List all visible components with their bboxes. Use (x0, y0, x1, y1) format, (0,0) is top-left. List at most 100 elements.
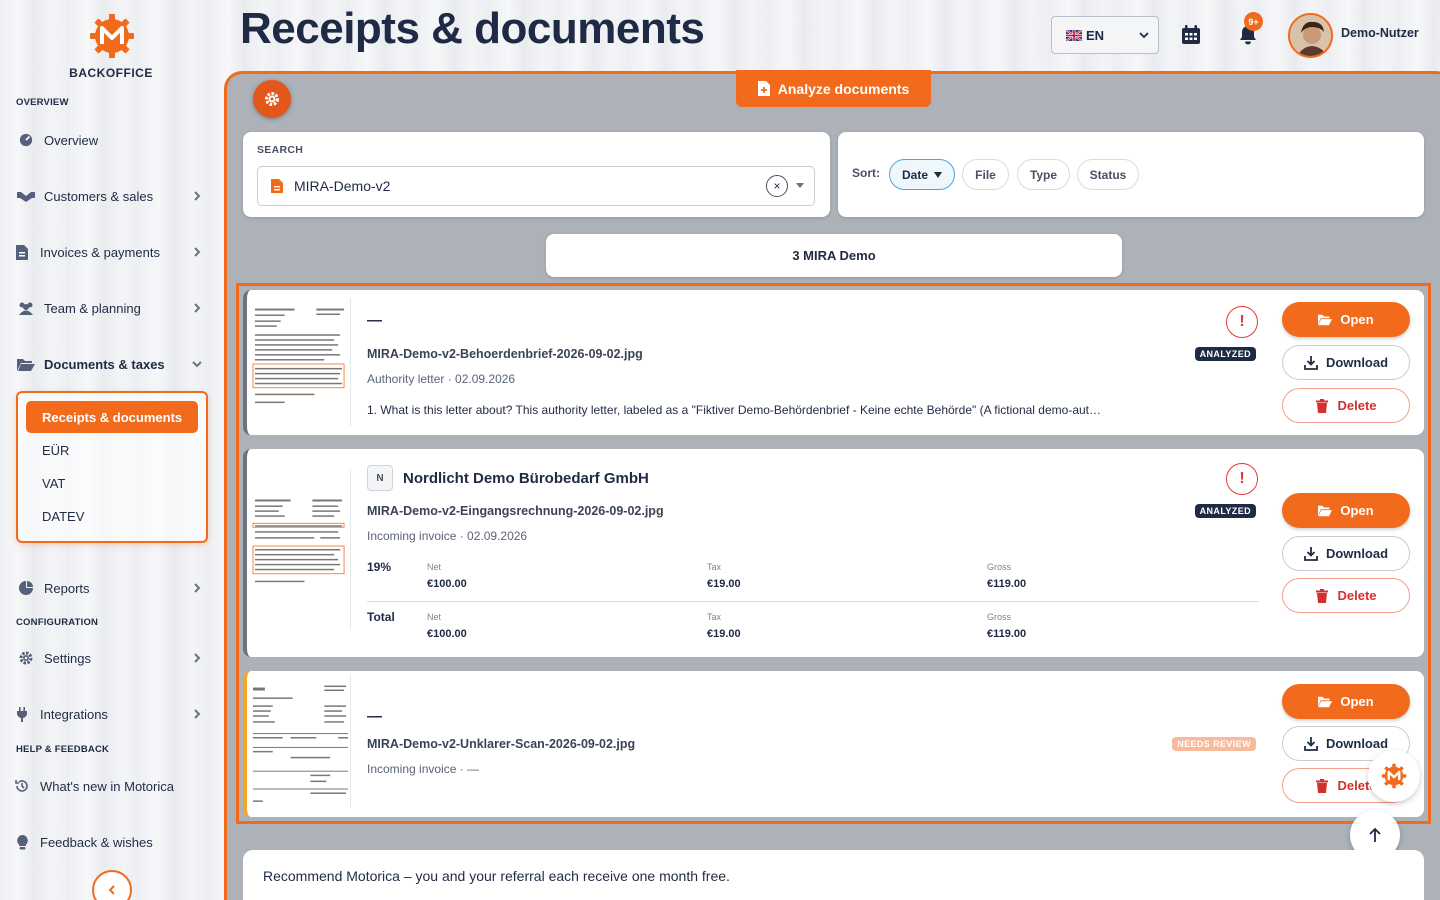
document-card[interactable]: N Nordlicht Demo Bürobedarf GmbH MIRA-De… (243, 449, 1424, 657)
open-button[interactable]: Open (1282, 684, 1410, 719)
document-thumbnail[interactable] (251, 675, 351, 807)
document-filename: MIRA-Demo-v2-Behoerdenbrief-2026-09-02.j… (367, 347, 643, 361)
gear-icon (16, 650, 36, 666)
document-card[interactable]: — MIRA-Demo-v2-Behoerdenbrief-2026-09-02… (243, 290, 1424, 435)
referral-banner: Recommend Motorica – you and your referr… (243, 850, 1424, 900)
sidebar-subitem-receipts[interactable]: Receipts & documents (26, 401, 198, 433)
settings-button[interactable] (253, 80, 291, 118)
gross-value: €119.00 (987, 578, 1027, 590)
sidebar-item-documents[interactable]: Documents & taxes (16, 352, 210, 376)
dashboard-icon (16, 132, 36, 148)
dropdown-caret-icon[interactable] (796, 183, 804, 188)
sidebar-item-overview[interactable]: Overview (16, 128, 210, 152)
gear-icon (265, 92, 279, 106)
chevron-right-icon (194, 709, 201, 719)
brand-label: BACKOFFICE (69, 66, 153, 80)
chevron-right-icon (194, 653, 201, 663)
download-icon (1304, 736, 1318, 751)
chevron-right-icon (194, 247, 201, 257)
document-meta: Incoming invoice · 02.09.2026 (367, 529, 528, 543)
delete-label: Delete (1337, 398, 1377, 413)
sidebar-item-integrations[interactable]: Integrations (12, 702, 206, 726)
page-title: Receipts & documents (240, 4, 705, 53)
clear-search-button[interactable]: × (766, 175, 788, 197)
sidebar-item-settings[interactable]: Settings (16, 646, 210, 670)
download-label: Download (1325, 546, 1389, 561)
documents-submenu: Receipts & documents EÜR VAT DATEV (16, 391, 208, 543)
notification-badge: 9+ (1244, 12, 1263, 31)
status-badge: ANALYZED (1194, 347, 1256, 361)
folder-open-icon (1318, 696, 1333, 707)
search-input[interactable]: MIRA-Demo-v2 × (257, 166, 815, 206)
download-label: Download (1325, 736, 1389, 751)
sidebar-item-reports[interactable]: Reports (16, 576, 210, 600)
sort-chip-status[interactable]: Status (1077, 159, 1139, 190)
trash-icon (1316, 778, 1329, 793)
close-icon: × (773, 179, 781, 193)
tax-total-row: Total Net €100.00 Tax €19.00 Gross €119.… (367, 604, 1259, 644)
tax-label: Tax (707, 612, 722, 622)
document-meta: Incoming invoice · — (367, 762, 480, 776)
assistant-button[interactable] (1368, 750, 1420, 802)
chevron-right-icon (194, 191, 201, 201)
search-value: MIRA-Demo-v2 (294, 178, 391, 194)
sort-chip-file[interactable]: File (962, 159, 1009, 190)
delete-button[interactable]: Delete (1282, 578, 1410, 613)
sidebar-item-customers[interactable]: Customers & sales (16, 184, 210, 208)
sidebar-subitem-vat[interactable]: VAT (42, 476, 65, 491)
document-title: — (367, 312, 382, 329)
delete-button[interactable]: Delete (1282, 388, 1410, 423)
sidebar-subitem-eur[interactable]: EÜR (42, 443, 69, 458)
trash-icon (1316, 398, 1329, 413)
analyze-documents-button[interactable]: Analyze documents (736, 70, 931, 107)
group-header[interactable]: 3 MIRA Demo (546, 234, 1122, 277)
avatar[interactable] (1288, 13, 1333, 58)
sidebar-item-label: What's new in Motorica (40, 778, 174, 794)
net-label: Net (427, 612, 442, 622)
sidebar-item-whats-new[interactable]: What's new in Motorica (12, 774, 206, 798)
sidebar-item-invoices[interactable]: Invoices & payments (12, 240, 206, 264)
document-meta: Authority letter · 02.09.2026 (367, 372, 516, 386)
sidebar-item-label: Integrations (40, 706, 108, 722)
tax-row: 19% Net €100.00 Tax €19.00 Gross €119.00 (367, 554, 1259, 594)
open-label: Open (1340, 312, 1374, 327)
delete-label: Delete (1337, 588, 1377, 603)
sidebar-item-label: Feedback & wishes (40, 834, 153, 850)
alert-icon[interactable]: ! (1226, 463, 1258, 495)
document-thumbnail[interactable] (251, 298, 351, 426)
sidebar: BACKOFFICE OVERVIEW Overview Customers &… (0, 0, 222, 900)
open-button[interactable]: Open (1282, 493, 1410, 528)
vendor-initial-badge: N (367, 465, 393, 491)
divider (367, 601, 1259, 602)
document-thumbnail[interactable] (251, 469, 351, 629)
sidebar-item-team[interactable]: Team & planning (16, 296, 210, 320)
net-value: €100.00 (427, 628, 467, 640)
referral-text: Recommend Motorica – you and your referr… (263, 868, 730, 884)
download-label: Download (1325, 355, 1389, 370)
document-card[interactable]: — MIRA-Demo-v2-Unklarer-Scan-2026-09-02.… (243, 671, 1424, 817)
uk-flag-icon (1066, 29, 1082, 41)
collapse-sidebar-button[interactable] (92, 870, 132, 900)
open-button[interactable]: Open (1282, 302, 1410, 337)
vendor-name: Nordlicht Demo Bürobedarf GmbH (403, 469, 649, 487)
language-select[interactable]: EN (1051, 16, 1159, 54)
history-icon (12, 778, 32, 794)
motorica-logo-icon[interactable] (88, 12, 136, 60)
sidebar-subitem-datev[interactable]: DATEV (42, 509, 84, 524)
download-button[interactable]: Download (1282, 536, 1410, 571)
download-button[interactable]: Download (1282, 345, 1410, 380)
open-label: Open (1340, 694, 1374, 709)
analyze-label: Analyze documents (777, 80, 910, 97)
user-name[interactable]: Demo-Nutzer (1341, 26, 1419, 40)
sidebar-item-feedback[interactable]: Feedback & wishes (12, 830, 206, 854)
alert-icon[interactable]: ! (1226, 306, 1258, 338)
sort-chip-date[interactable]: Date (889, 159, 955, 190)
chevron-right-icon (194, 303, 201, 313)
invoice-icon (12, 244, 32, 260)
sort-label: Sort: (852, 166, 880, 180)
download-icon (1304, 546, 1318, 561)
tax-label: Tax (707, 562, 722, 572)
sidebar-item-label: Invoices & payments (40, 244, 160, 260)
calendar-icon[interactable] (1181, 25, 1201, 45)
sort-chip-type[interactable]: Type (1017, 159, 1070, 190)
